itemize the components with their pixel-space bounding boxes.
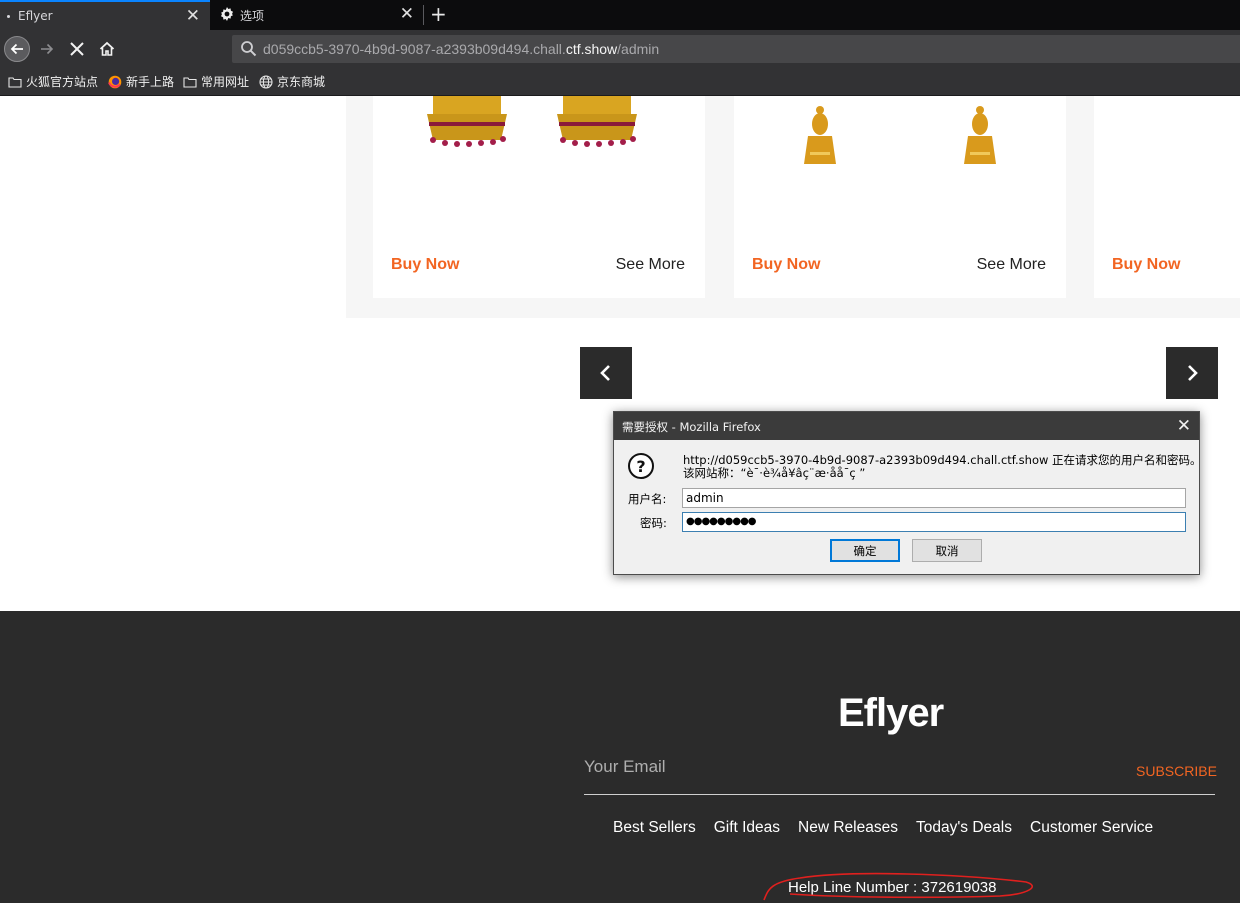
loading-dot-icon [7, 15, 10, 18]
red-scribble-annotation [763, 872, 1033, 901]
username-field[interactable]: admin [682, 488, 1186, 508]
footer-link-new-releases[interactable]: New Releases [789, 819, 907, 837]
dialog-titlebar: 需要授权 - Mozilla Firefox ✕ [614, 412, 1199, 440]
bookmark-label: 新手上路 [126, 75, 175, 89]
site-footer: Eflyer Your Email SUBSCRIBE Best Sellers… [0, 611, 1240, 903]
bookmark-item-firefox-official[interactable]: 火狐官方站点 [8, 73, 98, 90]
carousel-prev-button[interactable] [580, 347, 632, 399]
bookmark-item-jd-mall[interactable]: 京东商城 [259, 73, 325, 90]
tab-close-icon[interactable]: ✕ [400, 4, 414, 24]
bookmark-label: 京东商城 [277, 75, 326, 89]
search-icon [240, 40, 257, 60]
tab-title: 选项 [240, 9, 265, 23]
bookmark-label: 常用网址 [201, 75, 250, 89]
buy-now-link[interactable]: Buy Now [391, 256, 459, 274]
tab-separator [423, 5, 424, 25]
url-text: d059ccb5-3970-4b9d-9087-a2393b09d494.cha… [263, 41, 660, 57]
email-input[interactable]: Your Email [584, 757, 666, 777]
bookmarks-toolbar: 火狐官方站点 新手上路 常用网址 京东商城 [0, 68, 1240, 96]
username-label: 用户名: [628, 492, 667, 506]
question-icon: ? [628, 453, 654, 479]
folder-icon [8, 75, 22, 89]
subscribe-button[interactable]: SUBSCRIBE [1136, 763, 1217, 779]
footer-divider [584, 794, 1215, 795]
carousel-next-button[interactable] [1166, 347, 1218, 399]
see-more-link[interactable]: See More [616, 256, 685, 274]
firefox-logo-icon [108, 75, 122, 89]
footer-link-customer-service[interactable]: Customer Service [1021, 819, 1162, 837]
tab-title: Eflyer [18, 9, 53, 23]
dialog-close-icon[interactable]: ✕ [1177, 416, 1191, 436]
footer-link-best-sellers[interactable]: Best Sellers [604, 819, 705, 837]
footer-logo: Eflyer [838, 691, 944, 735]
product-card: Buy Now See More [373, 96, 705, 298]
navigation-toolbar: d059ccb5-3970-4b9d-9087-a2393b09d494.cha… [0, 30, 1240, 68]
earring-image [427, 96, 637, 147]
cancel-button[interactable]: 取消 [912, 539, 982, 562]
product-card: Buy Now See More [734, 96, 1066, 298]
forward-arrow-icon[interactable] [34, 36, 60, 62]
gear-icon [219, 6, 235, 25]
address-bar[interactable]: d059ccb5-3970-4b9d-9087-a2393b09d494.cha… [232, 35, 1240, 63]
footer-link-todays-deals[interactable]: Today's Deals [907, 819, 1021, 837]
bookmark-item-common-sites[interactable]: 常用网址 [183, 73, 249, 90]
password-label: 密码: [640, 516, 667, 530]
ok-button[interactable]: 确定 [830, 539, 900, 562]
globe-icon [259, 74, 273, 89]
folder-icon [183, 75, 197, 89]
bookmark-item-getting-started[interactable]: 新手上路 [108, 73, 174, 90]
footer-link-gift-ideas[interactable]: Gift Ideas [705, 819, 789, 837]
chevron-left-icon [600, 365, 610, 381]
tab-eflyer[interactable]: Eflyer ✕ [0, 0, 210, 30]
tab-close-icon[interactable]: ✕ [186, 6, 200, 26]
chevron-right-icon [1188, 365, 1198, 381]
home-icon[interactable] [94, 36, 120, 62]
dialog-realm-message: 该网站称：“è¯·è¾å¥âç¨æ·åå¯ç ” [683, 466, 866, 480]
bookmark-label: 火狐官方站点 [26, 75, 99, 89]
footer-links: Best Sellers Gift Ideas New Releases Tod… [604, 819, 1162, 837]
dialog-title: 需要授权 - Mozilla Firefox [622, 420, 761, 434]
stop-loading-icon[interactable] [64, 36, 90, 62]
tab-bar: Eflyer ✕ 选项 ✕ + [0, 0, 1240, 30]
earring-image [804, 106, 996, 164]
tab-options[interactable]: 选项 ✕ [210, 0, 424, 30]
back-arrow-icon[interactable] [4, 36, 30, 62]
buy-now-link[interactable]: Buy Now [752, 256, 820, 274]
authentication-dialog: 需要授权 - Mozilla Firefox ✕ ? http://d059cc… [613, 411, 1202, 575]
new-tab-plus-icon[interactable]: + [430, 2, 447, 26]
buy-now-link[interactable]: Buy Now [1112, 256, 1180, 274]
password-field[interactable]: ●●●●●●●●● [682, 512, 1186, 532]
see-more-link[interactable]: See More [977, 256, 1046, 274]
product-card: Buy Now [1094, 96, 1240, 298]
